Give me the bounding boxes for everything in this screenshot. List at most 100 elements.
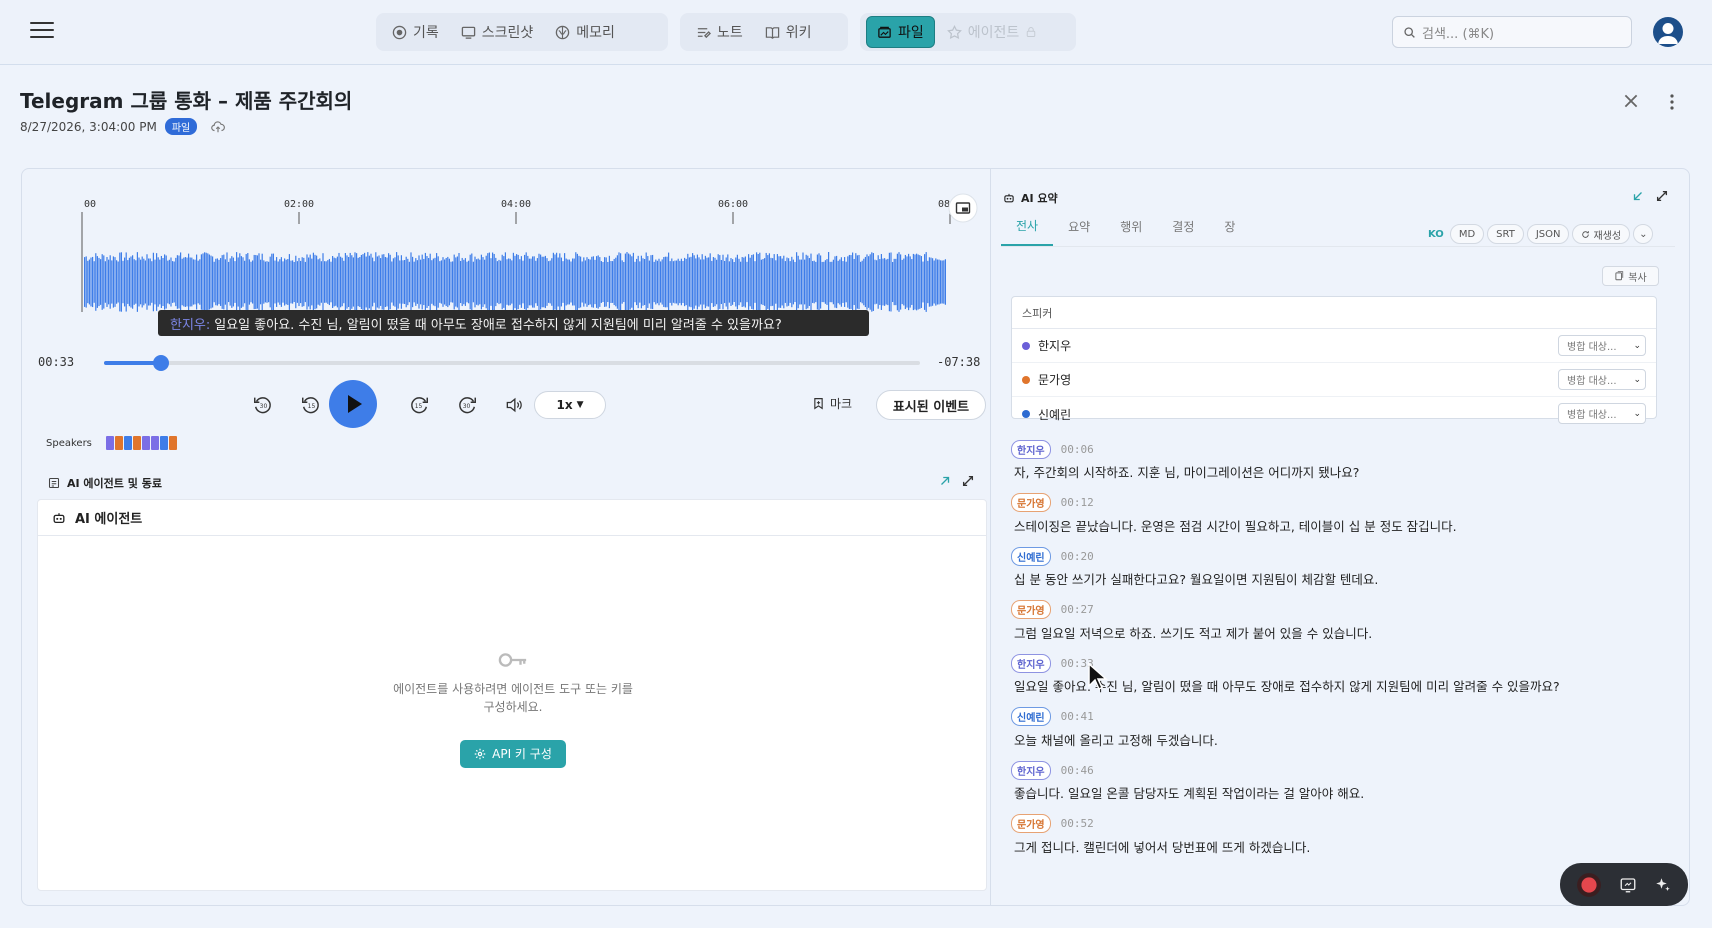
entry-timestamp[interactable]: 00:46 [1061, 764, 1094, 777]
nav-files[interactable]: 파일 [866, 16, 935, 48]
regenerate-options-button[interactable]: ⌄ [1633, 224, 1654, 244]
seek-handle[interactable] [153, 355, 170, 371]
language-indicator[interactable]: KO [1428, 229, 1444, 240]
speaker-chip[interactable]: 신예린 [1011, 546, 1051, 566]
waveform[interactable]: 0002:0004:0006:0008:0 [58, 194, 962, 314]
waveform-bar [482, 257, 484, 307]
entry-timestamp[interactable]: 00:06 [1061, 443, 1094, 456]
waveform-bar [336, 256, 338, 308]
speaker-segment[interactable] [168, 436, 177, 450]
export-srt-button[interactable]: SRT [1487, 224, 1524, 244]
sparkle-icon[interactable] [1654, 876, 1672, 894]
rewind-15-icon[interactable]: 15 [300, 394, 322, 416]
pip-icon[interactable] [948, 193, 978, 223]
merge-into-select[interactable]: 병합 대상... ⌄ [1558, 403, 1646, 424]
mark-button[interactable]: 마크 [812, 395, 852, 412]
waveform-bar [696, 254, 698, 310]
expand-icon[interactable] [1655, 189, 1669, 203]
play-button[interactable] [329, 380, 377, 428]
nav-wiki[interactable]: 위키 [755, 17, 822, 47]
forward-30-icon[interactable]: 30 [456, 394, 478, 416]
tab-decisions[interactable]: 결정 [1157, 207, 1209, 246]
transcript-entry[interactable]: 한지우 00:33 일요일 좋아요. 수진 님, 알림이 떴을 때 아무도 장애로 … [1011, 653, 1671, 707]
menu-icon[interactable] [30, 22, 54, 42]
speaker-segment[interactable] [150, 436, 159, 450]
transcript-entry[interactable]: 한지우 00:46 좋습니다. 일요일 온콜 담당자도 계획된 작업이라는 걸 알아… [1011, 760, 1671, 814]
forward-15-icon[interactable]: 15 [408, 394, 430, 416]
speaker-chip[interactable]: 한지우 [1011, 653, 1051, 673]
speaker-chip[interactable]: 한지우 [1011, 439, 1051, 459]
entry-timestamp[interactable]: 00:41 [1061, 710, 1094, 723]
collapse-icon[interactable] [938, 474, 952, 488]
waveform-bar [508, 258, 510, 306]
merge-into-select[interactable]: 병합 대상... ⌄ [1558, 335, 1646, 356]
tab-summary[interactable]: 요약 [1053, 207, 1105, 246]
search-input[interactable]: 검색... (⌘K) [1392, 16, 1632, 48]
waveform-bar [168, 259, 170, 305]
transcript-entry[interactable]: 신예린 00:41 오늘 채널에 올리고 고정해 두겠습니다. [1011, 707, 1671, 761]
more-vertical-icon[interactable] [1667, 92, 1677, 112]
nav-agents[interactable]: 에이전트 [937, 17, 1048, 47]
speaker-chip[interactable]: 신예린 [1011, 707, 1051, 726]
nav-notes[interactable]: 노트 [686, 17, 753, 47]
avatar[interactable] [1653, 17, 1683, 47]
waveform-bar [327, 260, 329, 304]
cloud-upload-icon[interactable] [211, 120, 226, 134]
entry-timestamp[interactable]: 00:12 [1061, 496, 1094, 509]
regenerate-button[interactable]: 재생성 [1572, 224, 1631, 244]
tab-transcript[interactable]: 전사 [1001, 207, 1054, 246]
waveform-bar [184, 257, 186, 307]
screen-capture-icon[interactable] [1619, 876, 1637, 894]
nav-memory[interactable]: 메모리 [545, 17, 625, 47]
waveform-bar [447, 256, 449, 308]
waveform-bar [288, 254, 290, 310]
speaker-chip[interactable]: 문가영 [1011, 493, 1051, 512]
speed-select[interactable]: 1x ▼ [534, 391, 606, 419]
speaker-segment[interactable] [132, 436, 141, 450]
transcript-entry[interactable]: 문가영 00:12 스테이징은 끝났습니다. 운영은 점검 시간이 필요하고, 테이… [1011, 493, 1671, 547]
record-button-icon[interactable] [1576, 872, 1602, 898]
speaker-chip[interactable]: 한지우 [1011, 760, 1051, 780]
merge-into-select[interactable]: 병합 대상... ⌄ [1558, 369, 1646, 390]
speaker-segment[interactable] [114, 436, 123, 450]
entry-timestamp[interactable]: 00:52 [1061, 817, 1094, 830]
collapse-icon[interactable] [1631, 189, 1645, 203]
speaker-chip[interactable]: 문가영 [1011, 814, 1051, 833]
export-json-button[interactable]: JSON [1526, 224, 1570, 244]
entry-timestamp[interactable]: 00:27 [1061, 603, 1094, 616]
speaker-segment[interactable] [141, 436, 150, 450]
tab-actions[interactable]: 행위 [1105, 207, 1157, 246]
seek-slider[interactable] [104, 355, 920, 371]
speaker-name[interactable]: 신예린 [1038, 406, 1071, 423]
volume-icon[interactable] [504, 395, 524, 415]
speaker-chip[interactable]: 문가영 [1011, 600, 1051, 619]
speaker-segment[interactable] [123, 436, 132, 450]
waveform-bar [532, 256, 534, 308]
waveform-bar [428, 258, 430, 306]
speaker-name[interactable]: 한지우 [1038, 337, 1071, 354]
transcript-entry[interactable]: 문가영 00:52 그게 접니다. 캘린더에 넣어서 당번표에 뜨게 하겠습니다. [1011, 814, 1671, 868]
copy-button[interactable]: 복사 [1602, 266, 1659, 286]
entry-meta: 한지우 00:46 [1011, 760, 1671, 780]
transcript-entry[interactable]: 문가영 00:27 그럼 일요일 저녁으로 하죠. 쓰기도 적고 제가 붙어 있을 … [1011, 600, 1671, 654]
nav-screenshot[interactable]: 스크린샷 [451, 17, 544, 47]
waveform-bar [572, 258, 574, 306]
ai-summary-title: AI 요약 [1021, 192, 1058, 205]
shown-events-button[interactable]: 표시된 이벤트 [876, 390, 986, 420]
waveform-bar [628, 253, 630, 311]
configure-api-key-button[interactable]: API 키 구성 [460, 740, 566, 768]
speaker-segments[interactable] [105, 436, 177, 450]
transcript-entry[interactable]: 신예린 00:20 십 분 동안 쓰기가 실패한다고요? 월요일이면 지원팀이 체감… [1011, 546, 1671, 600]
expand-icon[interactable] [961, 474, 975, 488]
close-icon[interactable] [1622, 92, 1640, 110]
speaker-segment[interactable] [105, 436, 114, 450]
waveform-bar [570, 261, 572, 303]
nav-record[interactable]: 기록 [382, 17, 449, 47]
rewind-30-icon[interactable]: 30 [252, 394, 274, 416]
entry-timestamp[interactable]: 00:20 [1061, 550, 1094, 563]
speaker-segment[interactable] [159, 436, 168, 450]
speaker-name[interactable]: 문가영 [1038, 371, 1071, 388]
tab-chapters[interactable]: 장 [1209, 207, 1250, 246]
export-md-button[interactable]: MD [1449, 224, 1485, 244]
transcript-entry[interactable]: 한지우 00:06 자, 주간회의 시작하죠. 지훈 님, 마이그레이션은 어디까지… [1011, 439, 1671, 493]
